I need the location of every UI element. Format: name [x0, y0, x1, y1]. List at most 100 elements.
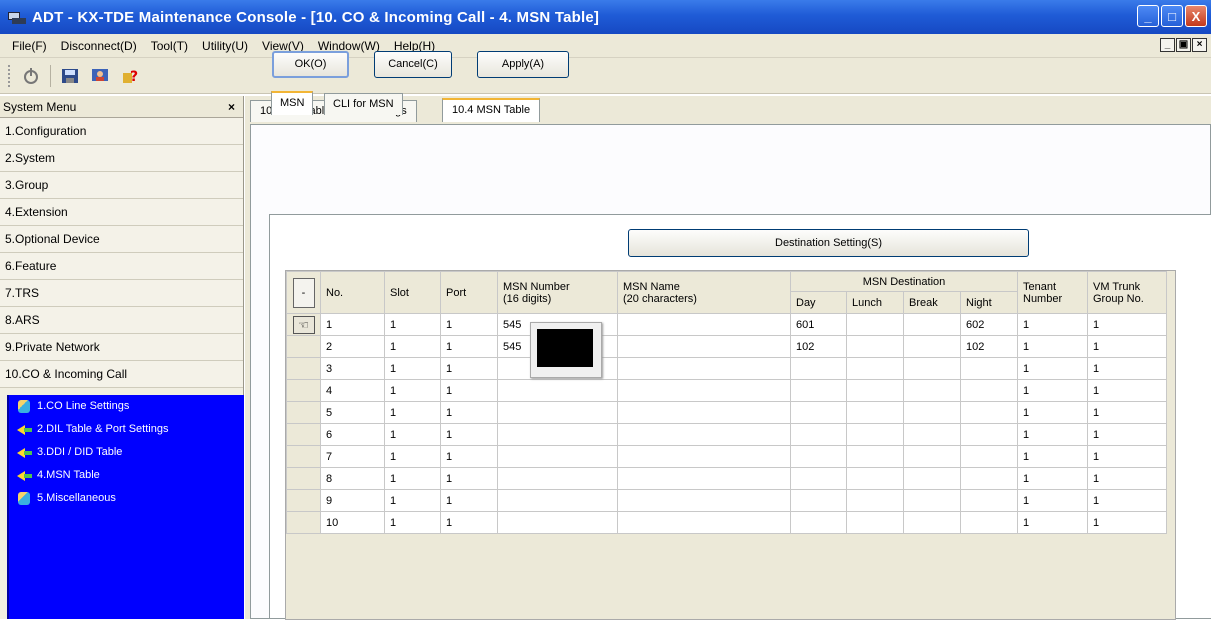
- table-row[interactable]: 51111: [286, 401, 1167, 424]
- sidebar-item-feature[interactable]: 6.Feature: [0, 253, 243, 280]
- cell-day[interactable]: 601: [790, 313, 847, 336]
- cell-tenant[interactable]: 1: [1017, 489, 1088, 512]
- cell-tenant[interactable]: 1: [1017, 511, 1088, 534]
- cell-lunch[interactable]: [846, 335, 904, 358]
- row-selector[interactable]: [286, 335, 321, 358]
- cell-msn-name[interactable]: [617, 357, 791, 380]
- row-selector[interactable]: [286, 489, 321, 512]
- mdi-restore-button[interactable]: ▣: [1176, 38, 1191, 52]
- cell-no[interactable]: 1: [320, 313, 385, 336]
- sidebar-item-co-incoming-call[interactable]: 10.CO & Incoming Call: [0, 361, 243, 388]
- cell-no[interactable]: 10: [320, 511, 385, 534]
- sidebar-item-trs[interactable]: 7.TRS: [0, 280, 243, 307]
- cell-slot[interactable]: 1: [384, 357, 441, 380]
- sidebar-item-extension[interactable]: 4.Extension: [0, 199, 243, 226]
- cell-vm-trunk[interactable]: 1: [1087, 489, 1167, 512]
- cell-vm-trunk[interactable]: 1: [1087, 357, 1167, 380]
- close-button[interactable]: X: [1185, 5, 1207, 27]
- cell-break[interactable]: [903, 335, 961, 358]
- minimize-button[interactable]: _: [1137, 5, 1159, 27]
- cell-no[interactable]: 3: [320, 357, 385, 380]
- cell-day[interactable]: [790, 423, 847, 446]
- cell-msn-number[interactable]: [497, 489, 618, 512]
- cell-no[interactable]: 2: [320, 335, 385, 358]
- cell-lunch[interactable]: [846, 313, 904, 336]
- cell-msn-name[interactable]: [617, 379, 791, 402]
- sidebar-item-system[interactable]: 2.System: [0, 145, 243, 172]
- mdi-close-button[interactable]: ×: [1192, 38, 1207, 52]
- table-row[interactable]: 2 1 1 545 102 102 1 1: [286, 335, 1167, 358]
- row-selector[interactable]: [286, 467, 321, 490]
- sidebar-item-ars[interactable]: 8.ARS: [0, 307, 243, 334]
- cell-msn-name[interactable]: [617, 423, 791, 446]
- cell-tenant[interactable]: 1: [1017, 445, 1088, 468]
- row-selector[interactable]: ☜: [286, 313, 321, 336]
- cell-msn-number[interactable]: [497, 379, 618, 402]
- cell-port[interactable]: 1: [440, 423, 498, 446]
- cell-vm-trunk[interactable]: 1: [1087, 379, 1167, 402]
- cell-port[interactable]: 1: [440, 511, 498, 534]
- cell-night[interactable]: [960, 489, 1018, 512]
- cell-break[interactable]: [903, 511, 961, 534]
- cell-tenant[interactable]: 1: [1017, 313, 1088, 336]
- submenu-item-co-line-settings[interactable]: 1.CO Line Settings: [9, 395, 244, 418]
- save-icon[interactable]: [59, 65, 81, 87]
- row-selector[interactable]: [286, 423, 321, 446]
- cell-msn-number[interactable]: [497, 423, 618, 446]
- cell-break[interactable]: [903, 401, 961, 424]
- cell-day[interactable]: 102: [790, 335, 847, 358]
- cell-vm-trunk[interactable]: 1: [1087, 335, 1167, 358]
- destination-setting-button[interactable]: Destination Setting(S): [628, 229, 1029, 257]
- table-row[interactable]: ☜ 1 1 1 545 601 602 1 1: [286, 313, 1167, 336]
- cell-tenant[interactable]: 1: [1017, 335, 1088, 358]
- cell-msn-number[interactable]: [497, 511, 618, 534]
- cell-night[interactable]: 602: [960, 313, 1018, 336]
- sidebar-item-optional-device[interactable]: 5.Optional Device: [0, 226, 243, 253]
- cell-lunch[interactable]: [846, 467, 904, 490]
- cell-night[interactable]: 102: [960, 335, 1018, 358]
- tab-msn[interactable]: MSN: [271, 91, 314, 115]
- row-selector[interactable]: [286, 357, 321, 380]
- cell-no[interactable]: 7: [320, 445, 385, 468]
- submenu-item-miscellaneous[interactable]: 5.Miscellaneous: [9, 487, 244, 510]
- cell-no[interactable]: 5: [320, 401, 385, 424]
- cell-vm-trunk[interactable]: 1: [1087, 467, 1167, 490]
- table-row[interactable]: 71111: [286, 445, 1167, 468]
- table-row[interactable]: 31111: [286, 357, 1167, 380]
- cell-lunch[interactable]: [846, 357, 904, 380]
- cell-tenant[interactable]: 1: [1017, 467, 1088, 490]
- cell-slot[interactable]: 1: [384, 401, 441, 424]
- cell-break[interactable]: [903, 489, 961, 512]
- cell-port[interactable]: 1: [440, 313, 498, 336]
- cell-day[interactable]: [790, 489, 847, 512]
- cell-vm-trunk[interactable]: 1: [1087, 401, 1167, 424]
- cell-lunch[interactable]: [846, 423, 904, 446]
- cell-day[interactable]: [790, 401, 847, 424]
- menu-file[interactable]: File(F): [0, 34, 54, 58]
- cell-lunch[interactable]: [846, 445, 904, 468]
- sidebar-item-configuration[interactable]: 1.Configuration: [0, 118, 243, 145]
- cell-night[interactable]: [960, 445, 1018, 468]
- cell-night[interactable]: [960, 511, 1018, 534]
- cell-no[interactable]: 8: [320, 467, 385, 490]
- cell-night[interactable]: [960, 423, 1018, 446]
- cell-msn-name[interactable]: [617, 335, 791, 358]
- cell-day[interactable]: [790, 467, 847, 490]
- connect-icon[interactable]: [20, 65, 42, 87]
- cell-port[interactable]: 1: [440, 335, 498, 358]
- cell-slot[interactable]: 1: [384, 423, 441, 446]
- cell-night[interactable]: [960, 467, 1018, 490]
- table-row[interactable]: 91111: [286, 489, 1167, 512]
- cell-slot[interactable]: 1: [384, 489, 441, 512]
- cell-slot[interactable]: 1: [384, 379, 441, 402]
- cell-lunch[interactable]: [846, 379, 904, 402]
- cell-msn-name[interactable]: [617, 401, 791, 424]
- cell-day[interactable]: [790, 357, 847, 380]
- cell-night[interactable]: [960, 379, 1018, 402]
- cell-lunch[interactable]: [846, 511, 904, 534]
- cell-break[interactable]: [903, 357, 961, 380]
- apply-button[interactable]: Apply(A): [477, 51, 569, 78]
- row-selector[interactable]: [286, 401, 321, 424]
- cell-msn-name[interactable]: [617, 313, 791, 336]
- help-icon[interactable]: ?: [119, 65, 141, 87]
